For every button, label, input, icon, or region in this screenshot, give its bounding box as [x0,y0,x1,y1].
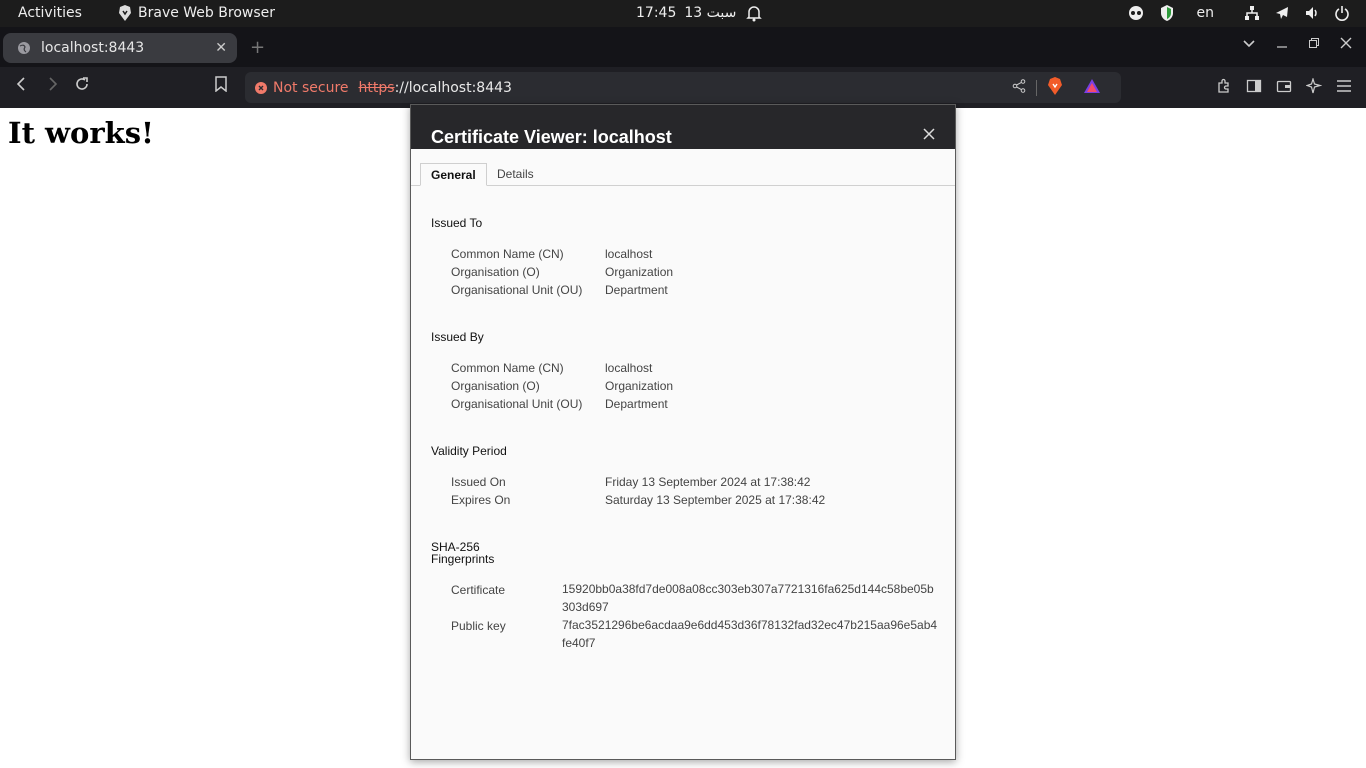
issued-by-o-value: Organization [605,379,674,393]
menu-hamburger-icon[interactable] [1336,78,1352,98]
public-key-fingerprint-value: 7fac3521296be6acdaa9e6dd453d36f78132fad3… [562,618,938,650]
notification-bell-icon[interactable] [746,4,762,26]
issued-by-heading: Issued By [431,330,484,344]
restore-icon[interactable] [1308,37,1320,53]
certificate-fingerprint-value: 15920bb0a38fd7de008a08cc303eb307a7721316… [562,582,934,614]
issued-by-ou-value: Department [605,397,668,411]
brave-app-icon [119,5,131,21]
issued-to-ou-label: Organisational Unit (OU) [451,283,583,297]
tab-close-icon[interactable]: ✕ [215,40,227,56]
sidebar-icon[interactable] [1246,78,1262,98]
page-heading: It works! [8,116,154,150]
app-menu[interactable]: Brave Web Browser [118,5,275,21]
expires-on-value: Saturday 13 September 2025 at 17:38:42 [605,493,826,507]
not-secure-label: Not secure [273,79,349,96]
leo-ai-icon[interactable] [1305,76,1323,98]
public-key-fingerprint-label: Public key [451,619,506,633]
shield-update-icon [1160,5,1173,21]
window-controls [1242,37,1352,53]
issued-to-cn-value: localhost [605,247,653,261]
issued-on-value: Friday 13 September 2024 at 17:38:42 [605,475,811,489]
power-icon [1335,6,1349,21]
fingerprints-heading-line2: Fingerprints [431,552,495,566]
privacy-indicator-icon [1128,6,1143,20]
issued-on-label: Issued On [451,475,506,489]
url-scheme: https [358,79,395,96]
tab-details[interactable]: Details [487,163,544,186]
clock-date: 13 سبت [684,5,737,21]
language-indicator[interactable]: en [1197,5,1215,21]
not-secure-icon [255,81,267,94]
expires-on-label: Expires On [451,493,511,507]
close-window-icon[interactable] [1340,37,1352,53]
network-icon [1245,6,1259,20]
issued-to-o-label: Organisation (O) [451,265,540,279]
dialog-header: Certificate Viewer: localhost [411,105,955,149]
activities-button[interactable]: Activities [18,5,82,21]
extensions-icon[interactable] [1216,78,1232,98]
tab-title: localhost:8443 [41,40,145,56]
certificate-viewer-dialog: Certificate Viewer: localhost General De… [410,104,956,760]
tab-search-chevron-icon[interactable] [1242,37,1256,53]
tab-general[interactable]: General [420,163,487,186]
issued-to-heading: Issued To [431,216,483,230]
clock-time: 17:45 [636,5,677,21]
app-name: Brave Web Browser [138,5,275,21]
address-bar[interactable]: Not secure https ://localhost:8443 [245,72,1121,103]
minimize-icon[interactable] [1276,37,1288,53]
forward-arrow-icon[interactable] [44,76,60,96]
reload-icon[interactable] [74,76,90,96]
airplane-mode-icon [1276,7,1288,19]
security-indicator[interactable]: Not secure [255,80,349,96]
issued-by-o-label: Organisation (O) [451,379,540,393]
clock[interactable]: 17:45 13 سبت [636,5,736,21]
issued-by-cn-label: Common Name (CN) [451,361,564,375]
issued-by-ou-label: Organisational Unit (OU) [451,397,583,411]
globe-icon [18,42,30,54]
back-arrow-icon[interactable] [14,76,30,96]
browser-toolbar: Not secure https ://localhost:8443 [0,67,1366,108]
issued-to-cn-label: Common Name (CN) [451,247,564,261]
toolbar-right-actions [1216,76,1352,98]
url-host: ://localhost:8443 [394,79,512,96]
tab-strip: localhost:8443 ✕ + [0,27,1366,67]
share-icon[interactable] [1012,78,1026,97]
brave-shields-icon[interactable] [1047,76,1063,99]
new-tab-plus-icon[interactable]: + [250,37,265,58]
certificate-fingerprint-label: Certificate [451,583,506,597]
system-tray[interactable]: en [1127,4,1351,22]
tab-localhost[interactable]: localhost:8443 ✕ [3,33,237,63]
dialog-title: Certificate Viewer: localhost [431,127,672,147]
issued-to-o-value: Organization [605,265,674,279]
wallet-icon[interactable] [1276,78,1292,98]
validity-heading: Validity Period [431,444,507,458]
issued-to-ou-value: Department [605,283,668,297]
dialog-close-icon[interactable] [923,125,935,144]
dialog-tabs: General Details [411,149,955,186]
volume-icon [1306,7,1317,19]
brave-rewards-icon[interactable] [1083,78,1101,98]
bookmark-icon[interactable] [214,76,228,96]
system-top-bar: Activities Brave Web Browser 17:45 13 سب… [0,0,1366,27]
issued-by-cn-value: localhost [605,361,653,375]
